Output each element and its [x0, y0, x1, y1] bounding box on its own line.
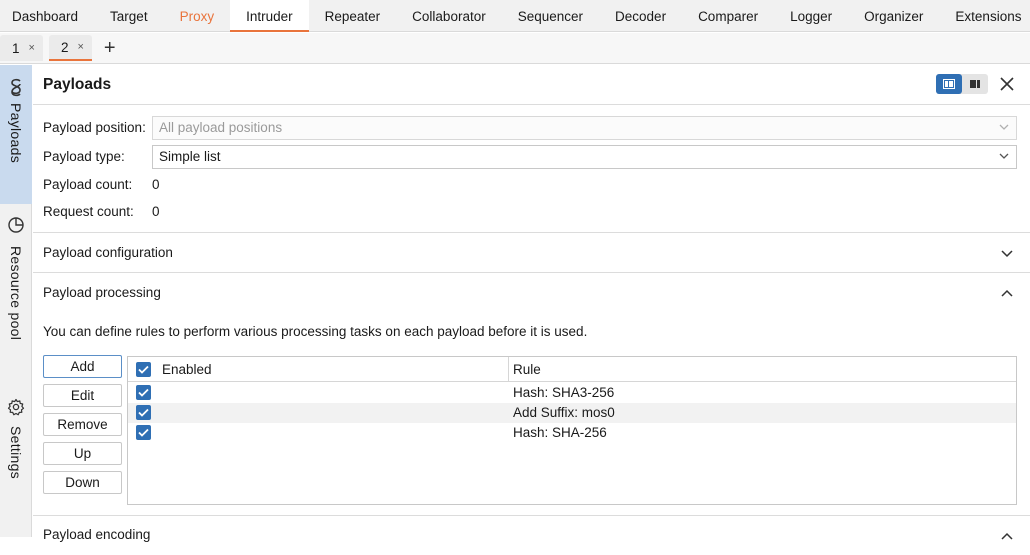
side-tab-resource-pool[interactable]: Resource pool: [0, 210, 32, 370]
payloads-icon: [0, 73, 32, 103]
request-count-label: Request count:: [43, 204, 134, 219]
rule-cell: Hash: SHA-256: [513, 425, 607, 440]
top-tab-bar: Dashboard Target Proxy Intruder Repeater…: [0, 0, 1030, 32]
payload-position-select[interactable]: All payload positions: [152, 116, 1017, 140]
payload-processing-section[interactable]: Payload processing: [33, 272, 1030, 312]
payload-type-value: Simple list: [159, 149, 221, 164]
section-title: Payload encoding: [43, 527, 151, 542]
layout-toggle: [936, 74, 988, 94]
rule-cell: Add Suffix: mos0: [513, 405, 615, 420]
column-divider[interactable]: [508, 357, 509, 382]
column-header-rule[interactable]: Rule: [513, 362, 541, 377]
page-title: Payloads: [43, 76, 112, 93]
section-title: Payload configuration: [43, 245, 173, 260]
section-title: Payload processing: [43, 285, 161, 300]
side-tab-label: Settings: [8, 426, 24, 479]
rule-enabled-checkbox[interactable]: [136, 405, 151, 420]
table-row[interactable]: Hash: SHA-256: [128, 423, 1016, 443]
payload-count-value: 0: [152, 177, 160, 192]
edit-rule-button[interactable]: Edit: [43, 384, 122, 407]
chevron-down-icon: [1001, 250, 1013, 258]
rule-enabled-checkbox[interactable]: [136, 425, 151, 440]
chevron-down-icon: [999, 153, 1009, 159]
rule-cell: Hash: SHA3-256: [513, 385, 615, 400]
table-header: Enabled Rule: [128, 357, 1016, 382]
payload-count-label: Payload count:: [43, 177, 133, 192]
payload-encoding-section[interactable]: Payload encoding: [33, 515, 1030, 555]
table-row[interactable]: Hash: SHA3-256: [128, 383, 1016, 403]
side-tab-label: Payloads: [8, 103, 24, 163]
tab-decoder[interactable]: Decoder: [599, 0, 682, 32]
attack-tab-label: 2: [60, 39, 69, 55]
tab-dashboard[interactable]: Dashboard: [0, 0, 94, 32]
side-tab-label: Resource pool: [8, 246, 24, 341]
processing-description: You can define rules to perform various …: [43, 324, 588, 339]
resource-pool-icon: [0, 210, 32, 240]
close-tab-icon[interactable]: ×: [77, 41, 83, 53]
attack-tab-1[interactable]: 1 ×: [0, 35, 43, 61]
tab-logger[interactable]: Logger: [774, 0, 848, 32]
new-tab-button[interactable]: +: [104, 35, 116, 61]
tab-target[interactable]: Target: [94, 0, 164, 32]
move-down-button[interactable]: Down: [43, 471, 122, 494]
panel-header: Payloads: [33, 65, 1030, 105]
tab-organizer[interactable]: Organizer: [848, 0, 939, 32]
payloads-panel: Payloads Payload position: All payload p…: [33, 65, 1030, 542]
tab-extensions[interactable]: Extensions: [939, 0, 1030, 32]
rule-enabled-checkbox[interactable]: [136, 385, 151, 400]
payload-configuration-section[interactable]: Payload configuration: [33, 232, 1030, 272]
tab-repeater[interactable]: Repeater: [309, 0, 397, 32]
chevron-up-icon: [1001, 289, 1013, 297]
select-all-checkbox[interactable]: [136, 362, 151, 377]
processing-rules-table: Enabled Rule Hash: SHA3-256 Add Suffix: …: [127, 356, 1017, 505]
payload-type-label: Payload type:: [43, 149, 125, 164]
tab-intruder[interactable]: Intruder: [230, 0, 309, 32]
tab-collaborator[interactable]: Collaborator: [396, 0, 502, 32]
close-icon[interactable]: [997, 74, 1017, 94]
chevron-down-icon: [999, 124, 1009, 130]
side-tab-settings[interactable]: Settings: [0, 392, 32, 502]
split-horizontal-layout-button[interactable]: [936, 74, 962, 94]
table-row[interactable]: Add Suffix: mos0: [128, 403, 1016, 423]
remove-rule-button[interactable]: Remove: [43, 413, 122, 436]
payload-position-value: All payload positions: [159, 120, 283, 135]
add-rule-button[interactable]: Add: [43, 355, 122, 378]
attack-tab-2[interactable]: 2 ×: [48, 35, 92, 61]
payload-type-select[interactable]: Simple list: [152, 145, 1017, 169]
payload-position-label: Payload position:: [43, 120, 146, 135]
attack-tab-label: 1: [12, 40, 20, 56]
gear-icon: [0, 392, 32, 422]
chevron-up-icon: [1001, 532, 1013, 540]
tab-comparer[interactable]: Comparer: [682, 0, 774, 32]
side-tab-bar: Payloads Resource pool Settings: [0, 65, 32, 537]
tab-proxy[interactable]: Proxy: [164, 0, 231, 32]
close-tab-icon[interactable]: ×: [29, 42, 35, 54]
column-header-enabled[interactable]: Enabled: [162, 362, 212, 377]
side-tab-payloads[interactable]: Payloads: [0, 65, 32, 204]
attack-tab-bar: 1 × 2 × +: [0, 33, 1030, 64]
tab-sequencer[interactable]: Sequencer: [502, 0, 599, 32]
move-up-button[interactable]: Up: [43, 442, 122, 465]
split-vertical-layout-button[interactable]: [962, 74, 988, 94]
request-count-value: 0: [152, 204, 160, 219]
